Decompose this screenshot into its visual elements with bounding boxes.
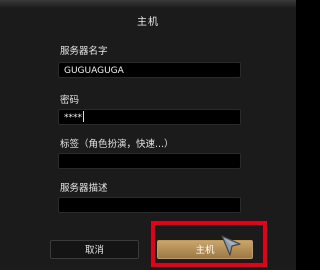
server-name-label: 服务器名字 xyxy=(60,46,108,57)
cursor-arrow-icon xyxy=(221,235,241,256)
password-value: **** xyxy=(64,113,82,123)
server-name-value: GUGUAGUGA xyxy=(64,66,124,76)
password-label: 密码 xyxy=(60,95,80,106)
server-name-input[interactable]: GUGUAGUGA xyxy=(58,62,241,78)
tags-label: 标签（角色扮演，快速...） xyxy=(60,139,174,150)
description-label: 服务器描述 xyxy=(60,183,108,194)
password-input[interactable]: **** xyxy=(58,109,241,125)
cancel-button[interactable]: 取消 xyxy=(50,240,139,259)
host-server-dialog: 主机 服务器名字 GUGUAGUGA 密码 **** 标签（角色扮演，快速...… xyxy=(0,0,296,270)
dialog-top-shade xyxy=(0,0,296,8)
description-input[interactable] xyxy=(58,197,241,213)
dialog-title: 主机 xyxy=(137,17,159,28)
text-caret xyxy=(83,111,84,122)
tags-input[interactable] xyxy=(58,153,241,169)
host-button-highlight xyxy=(151,221,267,267)
